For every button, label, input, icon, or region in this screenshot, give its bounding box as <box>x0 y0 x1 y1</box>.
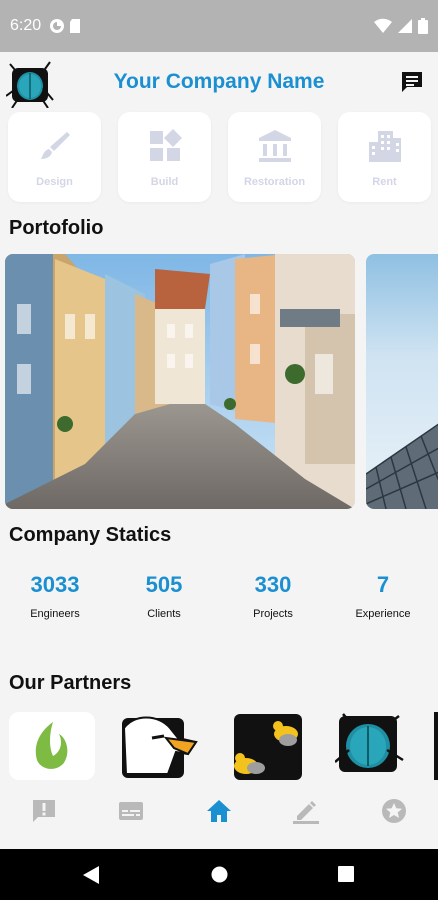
portfolio-card[interactable] <box>366 254 438 509</box>
stat-label: Experience <box>355 608 411 620</box>
chat-message-icon[interactable] <box>398 68 426 96</box>
partners-section-title: Our Partners <box>9 672 132 694</box>
partner-logo[interactable] <box>434 712 438 780</box>
home-circle-icon[interactable] <box>211 866 228 883</box>
service-label: Build <box>150 176 179 188</box>
portfolio-card[interactable] <box>5 254 355 509</box>
edit-icon[interactable] <box>293 798 319 824</box>
partner-logo[interactable] <box>228 712 314 780</box>
alert-icon[interactable] <box>31 798 57 824</box>
stat-label: Clients <box>147 608 181 620</box>
battery-icon <box>418 18 428 34</box>
star-icon[interactable] <box>381 798 407 824</box>
street-photo-image <box>5 254 355 509</box>
service-rent-button[interactable]: Rent <box>338 112 431 202</box>
service-build-button[interactable]: Build <box>118 112 211 202</box>
portfolio-section-title: Portofolio <box>9 217 104 239</box>
home-icon[interactable] <box>206 798 232 824</box>
recents-icon[interactable] <box>338 866 354 882</box>
subtitles-icon[interactable] <box>118 798 144 824</box>
stat-label: Engineers <box>30 608 80 620</box>
sd-card-icon <box>70 19 81 33</box>
build-blocks-icon <box>149 129 182 161</box>
city-building-icon <box>368 131 401 162</box>
back-icon[interactable] <box>82 865 100 885</box>
service-label: Rent <box>372 176 397 188</box>
stat-value: 330 <box>254 572 292 597</box>
service-design-button[interactable]: Design <box>8 112 101 202</box>
stat-projects: 330 Projects <box>218 572 328 620</box>
signal-icon <box>398 19 412 33</box>
partner-logo[interactable] <box>334 712 421 780</box>
service-restoration-button[interactable]: Restoration <box>228 112 321 202</box>
portfolio-carousel[interactable] <box>5 254 438 510</box>
app-notification-icon <box>50 19 65 33</box>
stat-value: 505 <box>145 572 183 597</box>
eagle-logo-icon <box>122 716 198 778</box>
status-time: 6:20 <box>10 17 42 34</box>
wifi-icon <box>374 18 392 33</box>
company-stats: 3033 Engineers 505 Clients 330 Projects … <box>0 572 438 632</box>
company-name-title: Your Company Name <box>113 70 325 93</box>
service-label: Design <box>36 176 73 188</box>
stat-clients: 505 Clients <box>109 572 219 620</box>
bank-building-icon <box>258 130 291 162</box>
services-row: Design Build Restoration Rent <box>8 112 438 204</box>
partners-carousel[interactable] <box>0 712 438 782</box>
system-navigation-bar <box>0 849 438 900</box>
stat-value: 7 <box>376 572 390 597</box>
service-label: Restoration <box>243 176 306 188</box>
bottom-navigation <box>0 782 438 842</box>
beetle-logo-icon <box>334 713 404 772</box>
app-bar: Your Company Name <box>0 52 438 110</box>
glass-roof-photo-image <box>366 254 438 509</box>
fly-logo-icon <box>234 714 302 780</box>
stat-value: 3033 <box>30 572 80 597</box>
stat-experience: 7 Experience <box>328 572 438 620</box>
brush-icon <box>40 132 70 159</box>
stat-label: Projects <box>253 608 293 620</box>
partner-logo[interactable] <box>9 712 95 780</box>
stats-section-title: Company Statics <box>9 524 172 546</box>
status-bar: 6:20 <box>0 0 438 52</box>
partner-logo[interactable] <box>118 712 204 780</box>
leaf-logo-icon <box>35 722 68 769</box>
stat-engineers: 3033 Engineers <box>0 572 110 620</box>
